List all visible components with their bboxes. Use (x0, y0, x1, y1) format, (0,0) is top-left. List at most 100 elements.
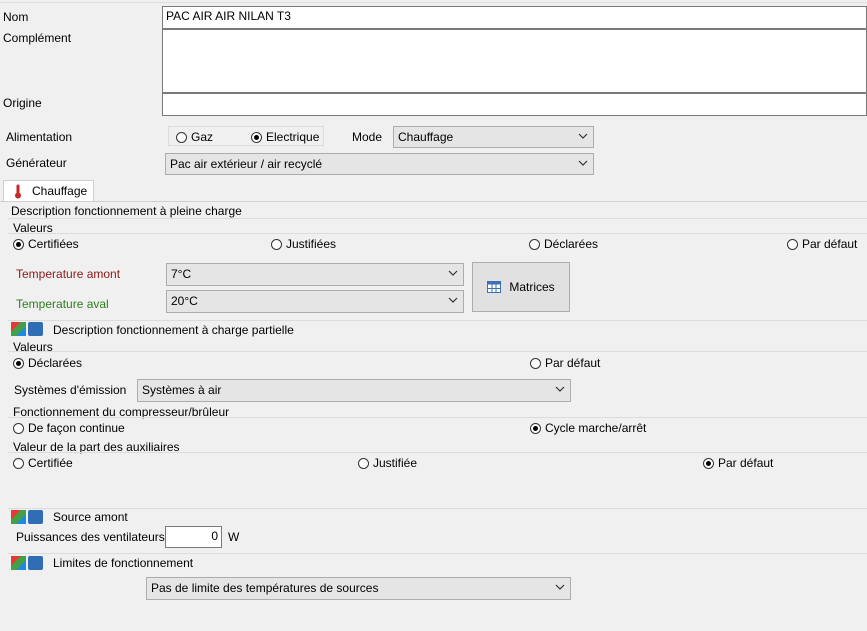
radio-gaz[interactable]: Gaz (176, 130, 213, 144)
matrices-button[interactable]: Matrices (472, 262, 570, 312)
ventilateurs-label: Puissances des ventilateurs (16, 530, 165, 544)
pleine-charge-title: Description fonctionnement à pleine char… (11, 204, 242, 218)
tab-divider (0, 201, 867, 202)
radio-cycle-label: Cycle marche/arrêt (545, 421, 647, 435)
limites-select-value: Pas de limite des températures de source… (151, 581, 379, 595)
emission-select-value: Systèmes à air (142, 383, 222, 397)
temperature-aval-label: Temperature aval (16, 297, 109, 311)
radio-certifiee[interactable]: Certifiée (13, 456, 73, 470)
radio-certifiee-circle (13, 457, 24, 469)
color-grid-icon (11, 322, 26, 336)
radio-par-defaut-label: Par défaut (545, 356, 601, 370)
radio-cycle-circle (530, 422, 541, 434)
radio-certifiees-circle (13, 238, 24, 250)
generateur-select[interactable]: Pac air extérieur / air recyclé (165, 153, 594, 175)
color-grid-icon (11, 510, 26, 524)
radio-justifiee-label: Justifiée (373, 456, 418, 470)
section-divider (8, 320, 867, 321)
temperature-amont-label: Temperature amont (16, 267, 121, 281)
complement-label: Complément (3, 31, 72, 45)
radio-certifiees-label: Certifiées (28, 237, 79, 251)
emission-select[interactable]: Systèmes à air (137, 379, 571, 402)
mode-select-value: Chauffage (398, 130, 454, 144)
radio-par-defaut-label: Par défaut (718, 456, 774, 470)
section-icon-source-amont (11, 510, 45, 524)
radio-declarees-circle (13, 357, 24, 369)
temperature-aval-value: 20°C (171, 294, 198, 308)
radio-par-defaut-circle (787, 238, 798, 250)
section-divider (8, 233, 867, 234)
ventilateurs-input[interactable]: 0 (165, 526, 222, 548)
table-icon (487, 281, 502, 293)
radio-par-defaut-circle (703, 457, 714, 469)
generateur-select-value: Pac air extérieur / air recyclé (170, 157, 323, 171)
origine-label: Origine (3, 96, 42, 110)
radio-gaz-circle (176, 131, 187, 143)
radio-par-defaut-label: Par défaut (802, 237, 858, 251)
radio-electrique-label: Electrique (266, 130, 320, 144)
mode-select[interactable]: Chauffage (393, 126, 594, 148)
radio-cycle[interactable]: Cycle marche/arrêt (530, 421, 646, 435)
mode-label: Mode (352, 130, 383, 144)
emission-label: Systèmes d'émission (14, 383, 127, 397)
section-divider (8, 508, 867, 509)
tab-chauffage-label: Chauffage (32, 184, 88, 198)
radio-certifiee-label: Certifiée (28, 456, 73, 470)
temperature-amont-select[interactable]: 7°C (166, 263, 464, 286)
fan-icon (28, 322, 43, 336)
nom-input[interactable]: PAC AIR AIR NILAN T3 (162, 6, 867, 29)
radio-par-defaut-circle (530, 357, 541, 369)
chevron-down-icon (578, 133, 588, 139)
radio-justifiee-circle (358, 457, 369, 469)
radio-justifiees-label: Justifiées (286, 237, 337, 251)
chevron-down-icon (578, 160, 588, 166)
radio-gaz-label: Gaz (191, 130, 214, 144)
chevron-down-icon (555, 584, 565, 590)
charge-partielle-title: Description fonctionnement à charge part… (53, 323, 294, 337)
generateur-label: Générateur (6, 156, 67, 170)
tab-chauffage[interactable]: Chauffage (3, 180, 94, 201)
radio-certifiees[interactable]: Certifiées (13, 237, 79, 251)
color-grid-icon (11, 556, 26, 570)
radio-continue-circle (13, 422, 24, 434)
section-divider (8, 351, 867, 352)
ventilateurs-unit: W (228, 530, 240, 544)
radio-justifiee[interactable]: Justifiée (358, 456, 417, 470)
radio-par-defaut-partielle[interactable]: Par défaut (530, 356, 600, 370)
radio-declarees-circle (529, 238, 540, 250)
section-divider (8, 553, 867, 554)
section-divider (8, 218, 867, 219)
alimentation-label: Alimentation (6, 130, 73, 144)
top-divider (0, 2, 867, 3)
nom-label: Nom (3, 10, 29, 24)
temperature-amont-value: 7°C (171, 267, 192, 281)
source-amont-title: Source amont (53, 510, 128, 524)
radio-continue-label: De façon continue (28, 421, 125, 435)
radio-declarees-partielle[interactable]: Déclarées (13, 356, 82, 370)
section-icon-charge-partielle (11, 322, 45, 336)
fan-icon (28, 510, 43, 524)
section-divider (8, 452, 867, 453)
temperature-aval-select[interactable]: 20°C (166, 290, 464, 313)
radio-justifiees[interactable]: Justifiées (271, 237, 336, 251)
chevron-down-icon (448, 297, 458, 303)
radio-electrique[interactable]: Electrique (251, 130, 319, 144)
fan-icon (28, 556, 43, 570)
radio-par-defaut-pleine[interactable]: Par défaut (787, 237, 857, 251)
radio-declarees[interactable]: Déclarées (529, 237, 598, 251)
radio-declarees-label: Déclarées (544, 237, 599, 251)
limites-title: Limites de fonctionnement (53, 556, 194, 570)
section-icon-limites (11, 556, 45, 570)
origine-input[interactable] (162, 93, 867, 116)
radio-continue[interactable]: De façon continue (13, 421, 125, 435)
chevron-down-icon (555, 386, 565, 392)
radio-par-defaut-aux[interactable]: Par défaut (703, 456, 773, 470)
radio-declarees-label: Déclarées (28, 356, 83, 370)
limites-select[interactable]: Pas de limite des températures de source… (146, 577, 571, 600)
radio-justifiees-circle (271, 238, 282, 250)
radio-electrique-circle (251, 131, 262, 143)
section-divider (8, 417, 867, 418)
complement-textarea[interactable] (162, 29, 867, 93)
thermometer-icon (15, 184, 21, 199)
matrices-label: Matrices (509, 280, 555, 294)
